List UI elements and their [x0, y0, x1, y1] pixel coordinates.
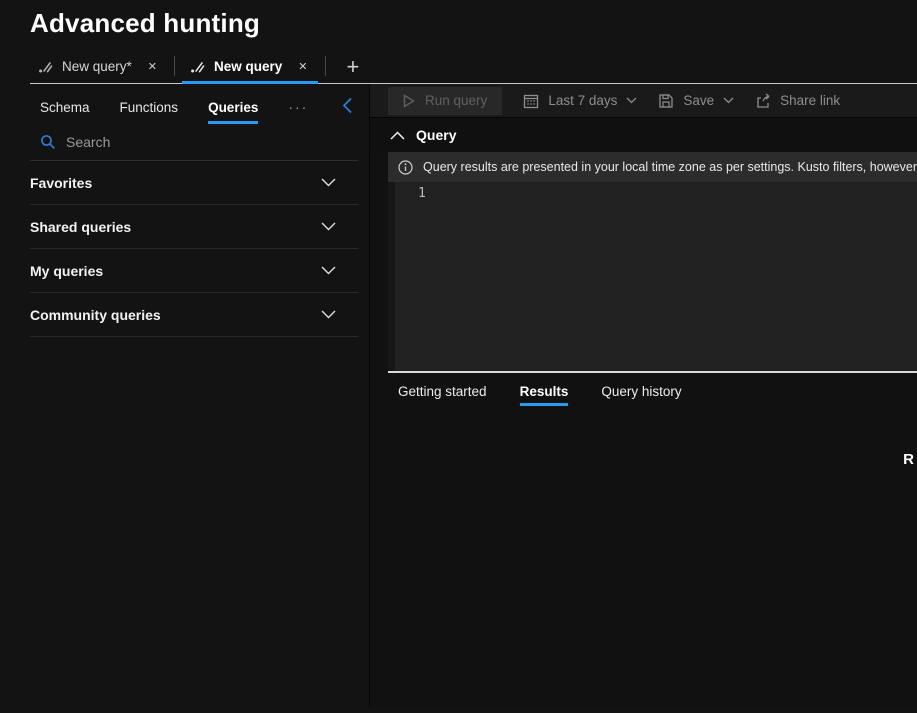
search-icon — [40, 134, 56, 150]
chevron-down-icon — [321, 178, 336, 187]
kql-query-icon — [38, 59, 53, 74]
tab-getting-started[interactable]: Getting started — [398, 384, 487, 406]
kusto-query-editor[interactable]: 1 — [388, 182, 917, 371]
chevron-down-icon — [723, 97, 734, 104]
chevron-down-icon — [321, 310, 336, 319]
content-area: Schema Functions Queries ··· — [0, 84, 917, 708]
query-workspace: Run query Last 7 days — [370, 84, 917, 708]
add-tab-button[interactable]: + — [333, 58, 374, 83]
section-my-queries[interactable]: My queries — [30, 249, 358, 293]
section-favorites[interactable]: Favorites — [30, 161, 358, 205]
section-label: Shared queries — [30, 219, 131, 235]
query-tab-2[interactable]: New query ✕ — [182, 54, 318, 83]
query-tab-label: New query* — [62, 59, 132, 74]
info-icon — [398, 160, 413, 175]
query-tab-label: New query — [214, 59, 282, 74]
tab-functions[interactable]: Functions — [120, 100, 179, 124]
query-section-title: Query — [416, 127, 456, 143]
calendar-icon — [523, 93, 539, 109]
page-title: Advanced hunting — [0, 0, 917, 39]
save-icon — [658, 93, 674, 109]
close-icon[interactable]: ✕ — [148, 60, 157, 73]
query-tab-1[interactable]: New query* ✕ — [30, 54, 167, 83]
editor-line-number: 1 — [418, 186, 426, 201]
tab-schema[interactable]: Schema — [40, 100, 90, 124]
timezone-info-banner: Query results are presented in your loca… — [388, 152, 917, 182]
results-panel-body: R — [370, 406, 917, 708]
more-tabs-button[interactable]: ··· — [288, 99, 308, 124]
play-icon — [403, 94, 415, 108]
section-shared-queries[interactable]: Shared queries — [30, 205, 358, 249]
close-icon[interactable]: ✕ — [298, 60, 307, 73]
section-community-queries[interactable]: Community queries — [30, 293, 358, 337]
editor-glyph-margin — [388, 182, 395, 371]
search-input[interactable] — [66, 134, 316, 150]
share-link-button[interactable]: Share link — [755, 93, 840, 109]
section-label: Community queries — [30, 307, 161, 323]
chevron-up-icon — [390, 131, 405, 140]
run-query-button[interactable]: Run query — [388, 87, 502, 115]
chevron-down-icon — [321, 266, 336, 275]
collapse-panel-icon[interactable] — [342, 97, 353, 114]
section-label: Favorites — [30, 175, 92, 191]
section-label: My queries — [30, 263, 103, 279]
tab-results[interactable]: Results — [520, 384, 569, 406]
save-dropdown[interactable]: Save — [658, 93, 734, 109]
query-toolbar: Run query Last 7 days — [370, 84, 917, 118]
kql-query-icon — [190, 59, 205, 74]
chevron-down-icon — [626, 97, 637, 104]
truncated-results-heading: R — [903, 451, 914, 468]
chevron-down-icon — [321, 222, 336, 231]
query-section-header[interactable]: Query — [370, 118, 917, 152]
results-tabstrip: Getting started Results Query history — [370, 373, 917, 406]
advanced-hunting-page: Advanced hunting New query* ✕ New query … — [0, 0, 917, 713]
tab-separator — [325, 56, 326, 76]
query-editor-container: Query results are presented in your loca… — [388, 152, 917, 373]
time-range-dropdown[interactable]: Last 7 days — [523, 93, 637, 109]
search-box[interactable] — [30, 126, 358, 161]
info-message: Query results are presented in your loca… — [423, 160, 917, 174]
tab-queries[interactable]: Queries — [208, 100, 258, 124]
query-browser-sidebar: Schema Functions Queries ··· — [0, 84, 370, 708]
share-icon — [755, 93, 771, 109]
sidebar-tabs: Schema Functions Queries ··· — [0, 84, 369, 124]
query-tabstrip: New query* ✕ New query ✕ + — [30, 52, 917, 84]
tab-query-history[interactable]: Query history — [601, 384, 681, 406]
tab-separator — [174, 56, 175, 76]
